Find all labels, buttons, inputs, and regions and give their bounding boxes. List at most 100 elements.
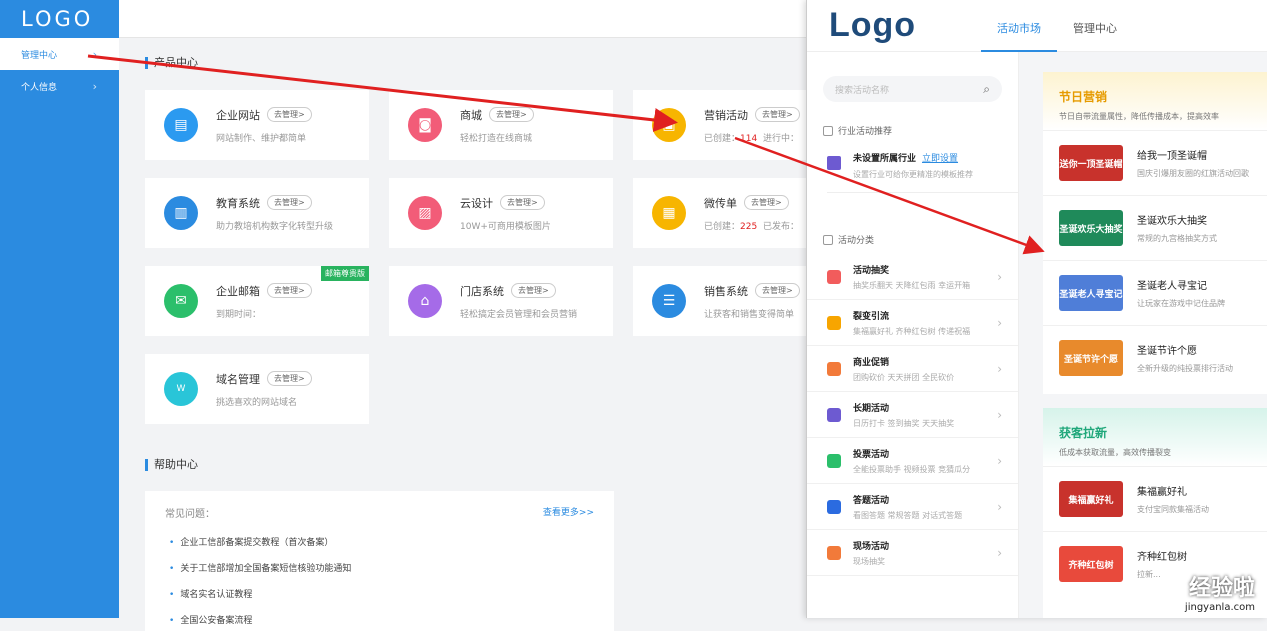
card-desc: 轻松搞定会员管理和会员营销 (460, 307, 577, 320)
card-name: 营销活动 (704, 107, 748, 123)
sidebar-item-management[interactable]: 管理中心 › (0, 38, 119, 70)
card-name: 商城 (460, 107, 482, 123)
search-input[interactable]: 搜索活动名称⌕ (823, 76, 1002, 102)
chevron-right-icon: › (997, 500, 1002, 514)
category-heading: 活动分类 (823, 233, 1018, 246)
set-now-link[interactable]: 立即设置 (922, 154, 958, 164)
activity-item[interactable]: 圣诞节许个愿圣诞节许个愿全新升级的纯投票排行活动 (1043, 325, 1267, 390)
sidebar: LOGO 管理中心 › 个人信息 › (0, 0, 119, 618)
product-card-mail[interactable]: 邮箱尊贵版 ✉ 企业邮箱去管理> 到期时间： (145, 266, 369, 336)
tab-management[interactable]: 管理中心 (1057, 0, 1133, 52)
manage-button[interactable]: 去管理> (511, 283, 556, 298)
card-name: 企业邮箱 (216, 283, 260, 299)
list-icon: ☰ (652, 284, 686, 318)
card-desc: 10W+可商用模板图片 (460, 219, 551, 232)
card-desc: 让获客和销售变得简单 (704, 307, 800, 320)
gift-icon (827, 270, 841, 284)
product-card-flyer[interactable]: ▦ 微传单去管理> 已创建：225 已发布： (633, 178, 809, 248)
activity-item[interactable]: 圣诞欢乐大抽奖圣诞欢乐大抽奖常规的九宫格抽奖方式 (1043, 195, 1267, 260)
product-card-marketing[interactable]: ▣ 营销活动去管理> 已创建：114 进行中： (633, 90, 809, 160)
recommend-heading: 行业活动推荐 (823, 124, 1018, 137)
activity-item[interactable]: 集福赢好礼集福赢好礼支付宝同款集福活动 (1043, 466, 1267, 531)
tab-activity-market[interactable]: 活动市场 (981, 0, 1057, 52)
panel-subtitle: 低成本获取流量，高效传播裂变 (1059, 447, 1252, 458)
mail-icon: ✉ (164, 284, 198, 318)
product-card-mall[interactable]: ◙ 商城去管理> 轻松打造在线商城 (389, 90, 613, 160)
category-item[interactable]: 投票活动全能投票助手 视频投票 竞猜瓜分› (807, 438, 1018, 484)
chevron-right-icon: › (93, 80, 97, 93)
manage-button[interactable]: 去管理> (500, 195, 545, 210)
book-icon: ▥ (164, 196, 198, 230)
help-panel: 常见问题：查看更多>> 企业工信部备案提交教程（首次备案） 关于工信部增加全国备… (145, 491, 614, 631)
live-icon (827, 546, 841, 560)
festival-panel: 节日营销节日自带流量属性，降低传播成本，提高效率 送你一顶圣诞帽给我一顶圣诞帽国… (1043, 72, 1267, 394)
store-icon: ⌂ (408, 284, 442, 318)
overlay-logo: Logo (829, 6, 981, 45)
watermark: 经验啦 jingyanla.com (1185, 570, 1255, 613)
chevron-right-icon: › (93, 48, 97, 61)
search-icon[interactable]: ⌕ (983, 82, 990, 97)
faq-link[interactable]: 关于工信部增加全国备案短信核验功能通知 (165, 561, 594, 574)
manage-button[interactable]: 去管理> (755, 107, 800, 122)
product-card-domain[interactable]: W 域名管理去管理> 挑选喜欢的网站域名 (145, 354, 369, 424)
panel-title: 获客拉新 (1059, 424, 1252, 441)
view-more-link[interactable]: 查看更多>> (543, 505, 594, 520)
card-desc: 助力教培机构数字化转型升级 (216, 219, 333, 232)
card-name: 教育系统 (216, 195, 260, 211)
premium-badge: 邮箱尊贵版 (321, 266, 369, 281)
chevron-right-icon: › (997, 270, 1002, 284)
building-icon (827, 156, 841, 170)
product-card-store[interactable]: ⌂ 门店系统去管理> 轻松搞定会员管理和会员营销 (389, 266, 613, 336)
card-name: 销售系统 (704, 283, 748, 299)
manage-button[interactable]: 去管理> (755, 283, 800, 298)
activity-market-window: Logo 活动市场 管理中心 搜索活动名称⌕ 行业活动推荐 未设置所属行业立即设… (806, 0, 1267, 618)
category-item[interactable]: 现场活动现场抽奖› (807, 530, 1018, 576)
manage-button[interactable]: 去管理> (489, 107, 534, 122)
chevron-right-icon: › (997, 316, 1002, 330)
manage-button[interactable]: 去管理> (267, 107, 312, 122)
top-bar (119, 0, 809, 38)
chevron-right-icon: › (997, 454, 1002, 468)
vote-icon (827, 454, 841, 468)
main-content: 产品中心 ▤ 企业网站去管理> 网站制作、维护都简单 ◙ 商城去管理> 轻松打造… (119, 38, 809, 618)
website-icon: ▤ (164, 108, 198, 142)
category-sidebar: 搜索活动名称⌕ 行业活动推荐 未设置所属行业立即设置 设置行业可给你更精准的模板… (807, 52, 1019, 618)
category-item[interactable]: 活动抽奖抽奖乐翻天 天降红包雨 幸运开箱› (807, 254, 1018, 300)
chevron-right-icon: › (997, 362, 1002, 376)
activity-item[interactable]: 圣诞老人寻宝记圣诞老人寻宝记让玩家在游戏中记住品牌 (1043, 260, 1267, 325)
product-card-website[interactable]: ▤ 企业网站去管理> 网站制作、维护都简单 (145, 90, 369, 160)
faq-link[interactable]: 域名实名认证教程 (165, 587, 594, 600)
chevron-right-icon: › (997, 546, 1002, 560)
section-title-products: 产品中心 (145, 57, 198, 69)
industry-setting: 未设置所属行业立即设置 设置行业可给你更精准的模板推荐 (827, 151, 1018, 193)
card-desc: 轻松打造在线商城 (460, 131, 534, 144)
flyer-icon: ▦ (652, 196, 686, 230)
category-item[interactable]: 商业促销团购砍价 天天拼团 全民砍价› (807, 346, 1018, 392)
panel-title: 节日营销 (1059, 88, 1252, 105)
activity-item[interactable]: 送你一顶圣诞帽给我一顶圣诞帽国庆引爆朋友圈的红旗活动回歌 (1043, 130, 1267, 195)
category-item[interactable]: 答题活动看图答题 常规答题 对话式答题› (807, 484, 1018, 530)
manage-button[interactable]: 去管理> (267, 371, 312, 386)
activity-list: 节日营销节日自带流量属性，降低传播成本，提高效率 送你一顶圣诞帽给我一顶圣诞帽国… (1019, 52, 1267, 618)
faq-link[interactable]: 全国公安备案流程 (165, 613, 594, 626)
recommend-icon (823, 126, 833, 136)
card-desc: 到期时间： (216, 307, 312, 320)
question-icon (827, 500, 841, 514)
product-card-cloud-design[interactable]: ▨ 云设计去管理> 10W+可商用模板图片 (389, 178, 613, 248)
faq-link[interactable]: 企业工信部备案提交教程（首次备案） (165, 535, 594, 548)
product-card-sales[interactable]: ☰ 销售系统去管理> 让获客和销售变得简单 (633, 266, 809, 336)
manage-button[interactable]: 去管理> (267, 283, 312, 298)
manage-button[interactable]: 去管理> (267, 195, 312, 210)
category-item[interactable]: 裂变引流集福赢好礼 齐种红包树 传递祝福› (807, 300, 1018, 346)
manage-button[interactable]: 去管理> (744, 195, 789, 210)
card-name: 域名管理 (216, 371, 260, 387)
card-name: 企业网站 (216, 107, 260, 123)
user-icon (827, 316, 841, 330)
product-card-education[interactable]: ▥ 教育系统去管理> 助力教培机构数字化转型升级 (145, 178, 369, 248)
category-item[interactable]: 长期活动日历打卡 签到抽奖 天天抽奖› (807, 392, 1018, 438)
brand-logo: LOGO (0, 0, 119, 38)
card-name: 门店系统 (460, 283, 504, 299)
chevron-right-icon: › (997, 408, 1002, 422)
tag-icon (827, 362, 841, 376)
sidebar-item-profile[interactable]: 个人信息 › (0, 70, 119, 102)
